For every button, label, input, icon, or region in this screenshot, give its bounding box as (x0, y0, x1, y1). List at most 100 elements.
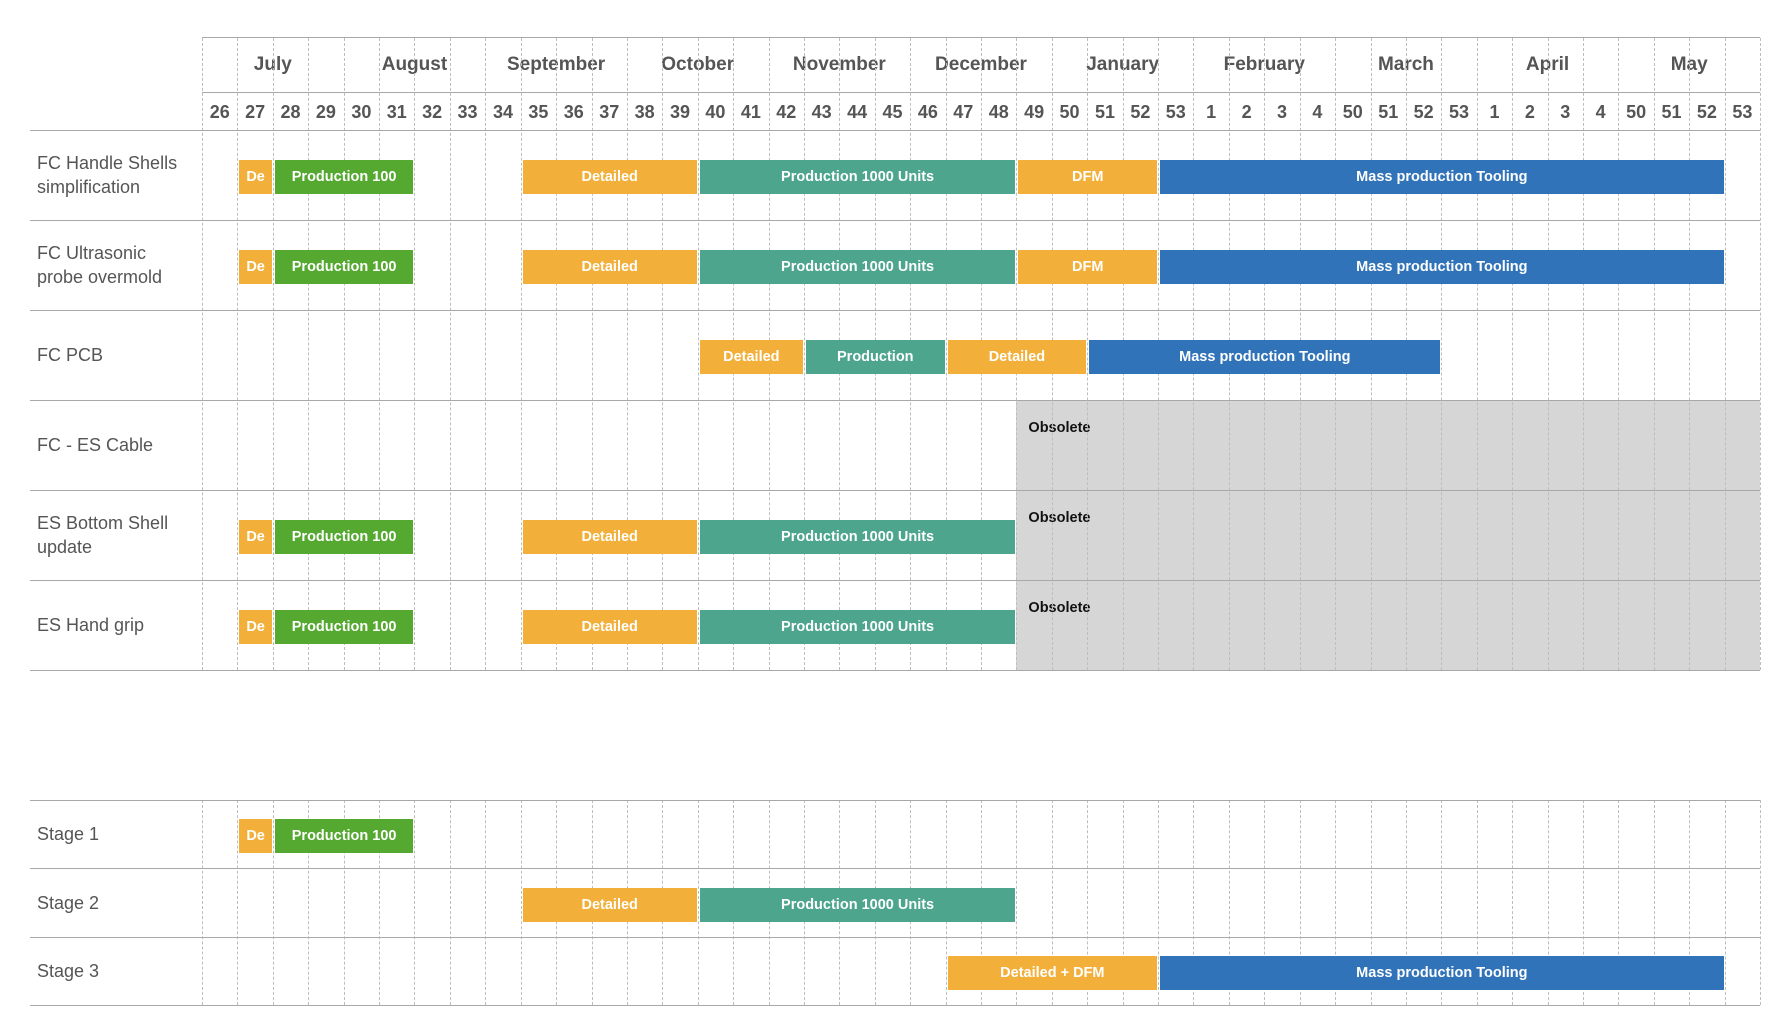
week-label: 50 (1342, 102, 1363, 122)
gantt-chart: July August September October November Decemb… (0, 0, 1782, 1030)
row-divider (30, 937, 1761, 938)
week-gridline (591, 38, 593, 670)
gantt-bar: Detailed (947, 340, 1087, 374)
week-label: 33 (457, 102, 478, 122)
week-label: 30 (351, 102, 372, 122)
week-label: 53 (1449, 102, 1470, 122)
gantt-bar: Detailed (522, 160, 697, 194)
week-gridline (485, 38, 487, 670)
header-mid-rule (202, 92, 1761, 93)
week-gridline (272, 800, 274, 1005)
row-divider (30, 490, 1761, 491)
week-gridline (343, 38, 345, 670)
gantt-bar: Production 100 (274, 610, 414, 644)
gantt-bar: Detailed (522, 887, 697, 922)
gantt-bar: Mass production Tooling (1089, 340, 1441, 374)
week-gridline (1760, 38, 1762, 670)
gantt-bar: Detailed (522, 520, 697, 554)
week-label: 49 (1024, 102, 1045, 122)
gantt-bar: Detailed + DFM (947, 956, 1158, 990)
week-gridline (379, 38, 381, 670)
gantt-bar: Detailed (699, 340, 803, 374)
gantt-bar: Mass production Tooling (1160, 160, 1724, 194)
week-label: 51 (1378, 102, 1399, 122)
week-label: 45 (882, 102, 903, 122)
row-label: FC Ultrasonic probe overmold (37, 243, 163, 287)
gantt-bar: De (239, 610, 272, 644)
gantt-bar: Production 100 (274, 250, 414, 284)
obsolete-label: Obsolete (1028, 420, 1091, 436)
week-label: 50 (1059, 102, 1080, 122)
week-gridline (1653, 38, 1655, 670)
week-gridline (237, 800, 239, 1005)
week-gridline (945, 38, 947, 670)
week-label: 44 (847, 102, 868, 122)
week-gridline (202, 800, 203, 1005)
week-gridline (1618, 38, 1620, 670)
obsolete-region (1016, 400, 1761, 490)
row-divider (30, 1005, 1761, 1006)
week-gridline (626, 38, 628, 670)
week-label: 35 (528, 102, 549, 122)
gantt-bar: Production 100 (274, 160, 414, 194)
row-label: ES Bottom Shell update (37, 513, 169, 557)
row-label: FC PCB (37, 345, 104, 365)
row-label: FC - ES Cable (37, 435, 154, 455)
row-divider (30, 400, 1761, 401)
week-label: 38 (634, 102, 655, 122)
week-label: 4 (1595, 102, 1606, 122)
week-label: 51 (1661, 102, 1682, 122)
row-divider (30, 220, 1761, 221)
gantt-bar: Production 100 (274, 819, 414, 853)
gantt-bar: Production 1000 Units (699, 887, 1016, 922)
week-gridline (1158, 800, 1160, 1005)
row-label: FC Handle Shells simplification (37, 153, 178, 197)
week-label: 43 (811, 102, 832, 122)
week-label: 40 (705, 102, 726, 122)
week-label: 53 (1165, 102, 1186, 122)
stage-top-rule (30, 800, 1761, 801)
week-label: 41 (740, 102, 761, 122)
week-gridline (414, 800, 416, 1005)
week-gridline (237, 38, 239, 670)
week-label: 52 (1130, 102, 1151, 122)
week-label: 3 (1276, 102, 1287, 122)
week-label: 1 (1206, 102, 1217, 122)
week-label: 2 (1241, 102, 1252, 122)
row-divider (30, 580, 1761, 581)
week-gridline (556, 38, 558, 670)
week-gridline (1547, 38, 1549, 670)
week-gridline (1724, 800, 1726, 1005)
week-label: 28 (280, 102, 301, 122)
row-divider (30, 670, 1761, 671)
week-gridline (697, 38, 699, 670)
row-label: Stage 2 (37, 892, 100, 913)
gantt-bar: Production (805, 340, 945, 374)
week-gridline (449, 38, 451, 670)
gantt-bar: Mass production Tooling (1160, 250, 1724, 284)
week-gridline (449, 800, 451, 1005)
week-gridline (308, 38, 310, 670)
row-label: Stage 1 (37, 824, 100, 844)
gantt-bar: De (239, 819, 272, 853)
week-gridline (697, 800, 699, 1005)
gantt-bar: Production 1000 Units (699, 160, 1016, 194)
week-gridline (1441, 38, 1443, 670)
week-label: 53 (1732, 102, 1753, 122)
week-gridline (1087, 38, 1089, 670)
week-label: 4 (1312, 102, 1323, 122)
week-gridline (1582, 38, 1584, 670)
week-gridline (520, 38, 522, 670)
week-gridline (803, 38, 805, 670)
week-label: 3 (1560, 102, 1571, 122)
gantt-bar: De (239, 520, 272, 554)
week-label: 47 (953, 102, 974, 122)
row-label: ES Hand grip (37, 615, 145, 635)
gantt-bar: Detailed (522, 610, 697, 644)
week-gridline (520, 800, 522, 1005)
week-label: 26 (209, 102, 230, 122)
obsolete-label: Obsolete (1028, 510, 1091, 526)
gantt-bar: Production 100 (274, 520, 414, 554)
week-gridline (662, 38, 664, 670)
gantt-bar: Mass production Tooling (1160, 956, 1724, 990)
